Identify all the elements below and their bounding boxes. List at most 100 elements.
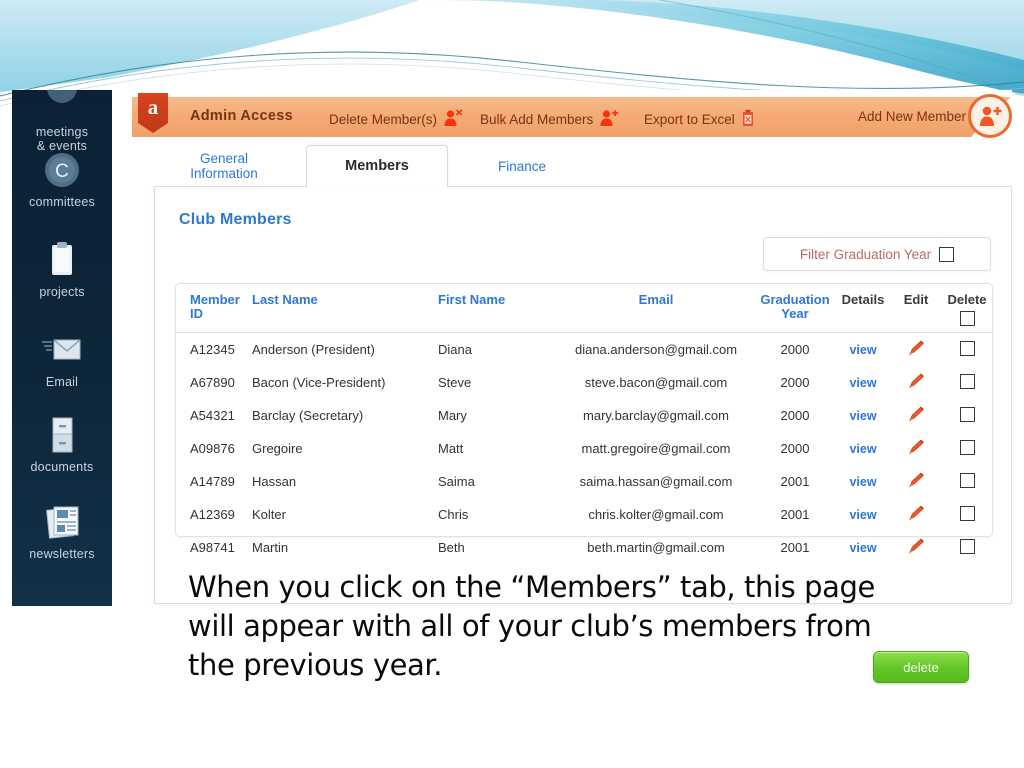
cell-edit: [892, 333, 940, 367]
sidebar-item-label: committees: [29, 195, 95, 209]
cell-delete: [940, 531, 994, 564]
cell-edit: [892, 432, 940, 465]
bulk-add-members-label: Bulk Add Members: [480, 112, 594, 127]
view-link[interactable]: view: [849, 409, 876, 423]
pencil-icon[interactable]: [906, 406, 926, 426]
view-link[interactable]: view: [849, 376, 876, 390]
screenshot-region: meetings & events C committees projects …: [0, 88, 1024, 683]
person-add-group-icon: [599, 110, 619, 130]
table-row: A12345 Anderson (President) Diana diana.and…: [176, 333, 994, 367]
cell-graduation-year: 2000: [780, 408, 810, 423]
column-header-delete: Delete: [940, 284, 994, 333]
sidebar-item-email[interactable]: Email: [12, 328, 112, 389]
column-header-graduation-year[interactable]: Graduation Year: [756, 284, 834, 333]
row-delete-checkbox[interactable]: [959, 472, 975, 488]
sidebar-item-newsletters[interactable]: newsletters: [12, 500, 112, 561]
tab-finance[interactable]: Finance: [462, 145, 582, 187]
pencil-icon[interactable]: [906, 439, 926, 459]
row-delete-checkbox[interactable]: [959, 406, 975, 422]
sidebar-item-documents[interactable]: documents: [12, 413, 112, 474]
cell-member-id: A98741: [190, 540, 235, 555]
sidebar-item-projects[interactable]: projects: [12, 238, 112, 299]
pencil-icon[interactable]: [906, 472, 926, 492]
sidebar-item-label: newsletters: [29, 547, 95, 561]
pencil-icon[interactable]: [906, 373, 926, 393]
bulk-add-members-action[interactable]: Bulk Add Members: [480, 109, 619, 130]
cell-graduation-year: 2001: [780, 540, 810, 555]
sidebar-item-meetings-events[interactable]: meetings & events: [12, 90, 112, 153]
envelope-icon: [40, 328, 84, 372]
cell-edit: [892, 465, 940, 498]
pencil-icon[interactable]: [906, 340, 926, 360]
cell-details: view: [834, 366, 892, 399]
sidebar-item-label: Email: [45, 375, 79, 389]
pencil-icon[interactable]: [906, 538, 926, 558]
cell-last-name: Anderson (President): [252, 342, 375, 357]
tab-members-label: Members: [345, 158, 409, 174]
tab-general-information[interactable]: General Information: [154, 145, 294, 187]
select-all-checkbox[interactable]: [959, 311, 975, 326]
cell-graduation-year: 2000: [780, 342, 810, 357]
add-new-member-button[interactable]: Add New Member: [858, 109, 966, 124]
row-delete-checkbox[interactable]: [959, 439, 975, 455]
tab-bar: General Information Members Finance: [154, 145, 1012, 187]
export-to-excel-action[interactable]: Export to Excel: [644, 109, 755, 130]
filter-graduation-year-checkbox[interactable]: [939, 246, 955, 262]
table-row: A12369 Kolter Chris chris.kolter@gmail.com 2…: [176, 498, 994, 531]
tab-general-information-label: General Information: [190, 151, 258, 181]
row-delete-checkbox[interactable]: [959, 373, 975, 389]
app-panel: a Admin Access Delete Member(s) Bulk Add…: [132, 90, 1012, 683]
tab-members[interactable]: Members: [306, 145, 448, 187]
cell-first-name: Saima: [438, 474, 475, 489]
table-row: A98741 Martin Beth beth.martin@gmail.com 200…: [176, 531, 994, 564]
cell-last-name: Kolter: [252, 507, 286, 522]
cell-delete: [940, 399, 994, 432]
cell-details: view: [834, 432, 892, 465]
view-link[interactable]: view: [849, 541, 876, 555]
view-link[interactable]: view: [849, 343, 876, 357]
column-header-edit: Edit: [903, 292, 929, 307]
cell-delete: [940, 465, 994, 498]
cell-last-name: Martin: [252, 540, 289, 555]
sidebar-item-committees[interactable]: C committees: [12, 148, 112, 209]
cell-last-name: Bacon (Vice-President): [252, 375, 386, 390]
row-delete-checkbox[interactable]: [959, 505, 975, 521]
cell-edit: [892, 366, 940, 399]
cell-edit: [892, 498, 940, 531]
sidebar-item-label: projects: [39, 285, 85, 299]
filter-graduation-year[interactable]: Filter Graduation Year: [763, 237, 991, 271]
row-delete-checkbox[interactable]: [959, 340, 975, 356]
table-row: A14789 Hassan Saima saima.hassan@gmail.com 2…: [176, 465, 994, 498]
view-link[interactable]: view: [849, 508, 876, 522]
table-row: A09876 Gregoire Matt matt.gregoire@gmail.co…: [176, 432, 994, 465]
filing-cabinet-icon: [40, 413, 84, 457]
cell-first-name: Chris: [438, 507, 469, 522]
cell-graduation-year: 2001: [780, 507, 810, 522]
members-table: Member ID Last Name First Name Email Grad…: [176, 284, 994, 564]
delete-members-action[interactable]: Delete Member(s): [329, 109, 463, 130]
column-header-member-id[interactable]: Member ID: [176, 284, 252, 333]
clipboard-icon: [40, 238, 84, 282]
cell-graduation-year: 2001: [780, 474, 810, 489]
column-header-first-name[interactable]: First Name: [438, 284, 556, 333]
cell-delete: [940, 498, 994, 531]
cell-first-name: Mary: [438, 408, 467, 423]
cell-last-name: Barclay (Secretary): [252, 408, 364, 423]
column-header-details: Details: [841, 292, 885, 307]
column-header-email[interactable]: Email: [556, 284, 756, 333]
person-add-circle-icon[interactable]: [968, 94, 1012, 138]
cell-first-name: Matt: [438, 441, 464, 456]
cell-member-id: A54321: [190, 408, 235, 423]
left-sidebar: meetings & events C committees projects …: [12, 90, 112, 606]
view-link[interactable]: view: [849, 475, 876, 489]
svg-text:C: C: [55, 161, 69, 182]
table-header-row: Member ID Last Name First Name Email Grad…: [176, 284, 994, 333]
cell-member-id: A12345: [190, 342, 235, 357]
cell-first-name: Beth: [438, 540, 465, 555]
cell-email: matt.gregoire@gmail.com: [581, 441, 731, 456]
newspaper-icon: [40, 500, 84, 544]
column-header-last-name[interactable]: Last Name: [252, 284, 438, 333]
pencil-icon[interactable]: [906, 505, 926, 525]
row-delete-checkbox[interactable]: [959, 538, 975, 554]
view-link[interactable]: view: [849, 442, 876, 456]
